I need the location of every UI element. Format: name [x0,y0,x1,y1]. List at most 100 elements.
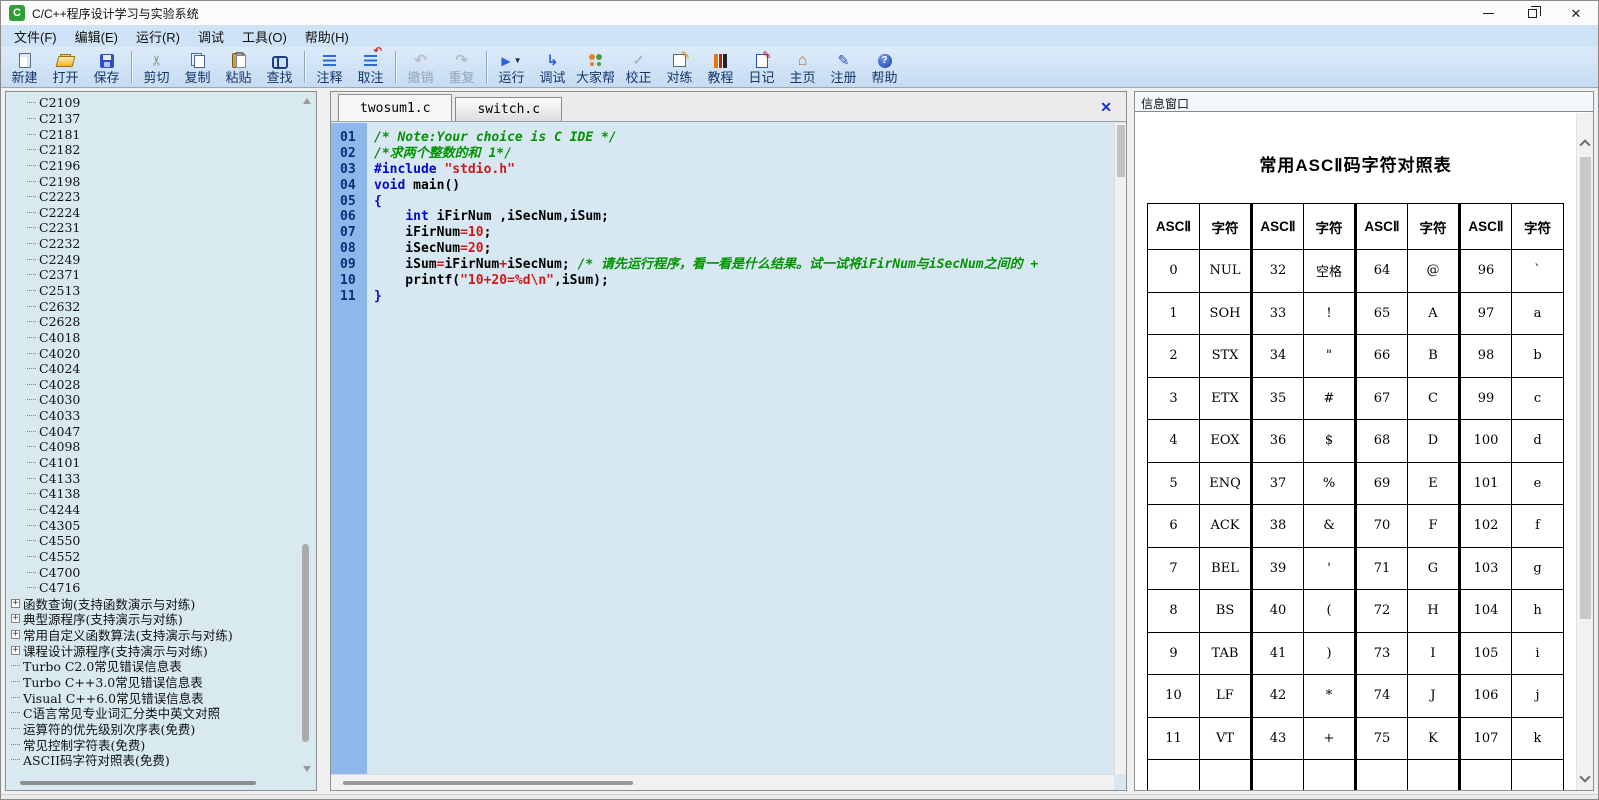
toolbar-separator [395,51,396,83]
scrollbar-thumb[interactable] [302,544,309,742]
tree-item[interactable]: ASCII码字符对照表(免费) [6,752,300,768]
expand-plus-icon[interactable]: + [11,599,20,608]
tree-branch-line [11,665,20,666]
close-tab-icon[interactable]: ✕ [1100,100,1112,114]
register-button[interactable]: 注册 [824,49,863,85]
practice-button[interactable]: 对练 [660,49,699,85]
tree-item[interactable]: C2198 [6,173,300,189]
debug-button[interactable]: 调试 [533,49,572,85]
tree-vertical-scrollbar[interactable] [301,96,314,774]
tree-item[interactable]: C2232 [6,236,300,252]
left-splitter[interactable] [317,91,330,791]
correct-button[interactable]: 校正 [619,49,658,85]
tree-item[interactable]: C4305 [6,517,300,533]
tab-switch[interactable]: switch.c [455,97,562,121]
code-editor[interactable]: 0102030405060708091011 /* Note:Your choi… [331,123,1114,774]
expand-plus-icon[interactable]: + [11,630,20,639]
tree-item[interactable]: C2137 [6,111,300,127]
line-number-gutter: 0102030405060708091011 [331,123,367,774]
scroll-up-arrow[interactable] [1579,139,1590,150]
tree-item[interactable]: C4244 [6,502,300,518]
scroll-up-arrow[interactable] [303,98,311,104]
new-file-button[interactable]: 新建 [5,49,44,85]
copy-button[interactable]: 复制 [178,49,217,85]
tree-item[interactable]: C4133 [6,470,300,486]
restore-button[interactable] [1510,1,1554,25]
tab-twosum1[interactable]: twosum1.c [338,94,452,121]
community-help-button[interactable]: 大家帮 [574,49,617,85]
scroll-down-arrow[interactable] [303,766,311,772]
tree-item[interactable]: C2181 [6,126,300,142]
scrollbar-thumb[interactable] [1117,125,1125,177]
scrollbar-thumb[interactable] [343,781,633,785]
save-button[interactable]: 保存 [87,49,126,85]
expand-plus-icon[interactable]: + [11,614,20,623]
tree-item-label: C2371 [39,267,80,282]
run-dropdown-arrow[interactable]: ▼ [514,56,522,65]
tree-item[interactable]: C2196 [6,158,300,174]
uncomment-button[interactable]: 取注 [351,49,390,85]
menu-file[interactable]: 文件(F) [5,25,66,48]
tutorial-button[interactable]: 教程 [701,49,740,85]
tree-item[interactable]: C2231 [6,220,300,236]
tree-item[interactable]: C2249 [6,251,300,267]
homepage-button[interactable]: 主页 [783,49,822,85]
tree-item[interactable]: C4047 [6,423,300,439]
table-cell: j [1512,675,1564,718]
tree-item[interactable]: C4018 [6,330,300,346]
tree-item[interactable]: C4550 [6,533,300,549]
menu-edit[interactable]: 编辑(E) [66,25,127,48]
tree-item[interactable]: C2371 [6,267,300,283]
editor-horizontal-scrollbar[interactable] [331,774,1114,790]
tree-item[interactable]: C4033 [6,408,300,424]
table-cell: $ [1304,420,1356,463]
menu-tools[interactable]: 工具(O) [233,25,296,48]
tree-item[interactable]: C4700 [6,564,300,580]
tree-item[interactable]: C2224 [6,204,300,220]
cut-button[interactable]: 剪切 [137,49,176,85]
open-button[interactable]: 打开 [46,49,85,85]
comment-button[interactable]: 注释 [310,49,349,85]
editor-vertical-scrollbar[interactable] [1114,123,1126,774]
tree-item[interactable]: C2513 [6,283,300,299]
scrollbar-thumb[interactable] [1580,157,1591,619]
right-splitter[interactable] [1127,91,1134,791]
tree-item[interactable]: C4098 [6,439,300,455]
tree-item[interactable]: C2628 [6,314,300,330]
minimize-button[interactable] [1466,1,1510,25]
table-cell: # [1304,377,1356,420]
tree-item[interactable]: C2223 [6,189,300,205]
checkmark-icon [633,52,645,70]
menu-help[interactable]: 帮助(H) [296,25,358,48]
code-line: /*求两个整数的和 1*/ [367,146,1114,162]
table-header-cell: ASCⅡ [1252,204,1304,250]
expand-plus-icon[interactable]: + [11,646,20,655]
tree-item[interactable]: C4552 [6,549,300,565]
close-button[interactable]: ✕ [1554,1,1598,25]
tree-item[interactable]: C2182 [6,142,300,158]
file-tree: C2109C2137C2181C2182C2196C2198C2223C2224… [6,95,300,776]
tree-item[interactable]: C4024 [6,361,300,377]
tree-item[interactable]: C4028 [6,377,300,393]
paste-button[interactable]: 粘贴 [219,49,258,85]
tree-item[interactable]: C4020 [6,345,300,361]
tree-item[interactable]: C2109 [6,95,300,111]
table-cell: 74 [1356,675,1408,718]
tree-item[interactable]: C4101 [6,455,300,471]
diary-button[interactable]: 日记 [742,49,781,85]
info-vertical-scrollbar[interactable] [1576,113,1593,790]
tree-item[interactable]: C4030 [6,392,300,408]
scroll-down-arrow[interactable] [1579,771,1590,782]
help-button[interactable]: 帮助 [865,49,904,85]
tree-item[interactable]: C2632 [6,298,300,314]
scrollbar-thumb[interactable] [20,781,256,785]
find-button[interactable]: 查找 [260,49,299,85]
run-button[interactable]: ▼运行 [492,49,531,85]
tree-branch-line [27,540,36,541]
table-cell: i [1512,632,1564,675]
menu-run[interactable]: 运行(R) [127,25,189,48]
menu-debug[interactable]: 调试 [189,25,233,48]
tree-horizontal-scrollbar[interactable] [8,777,300,788]
table-cell: @ [1408,250,1460,293]
tree-item[interactable]: C4138 [6,486,300,502]
